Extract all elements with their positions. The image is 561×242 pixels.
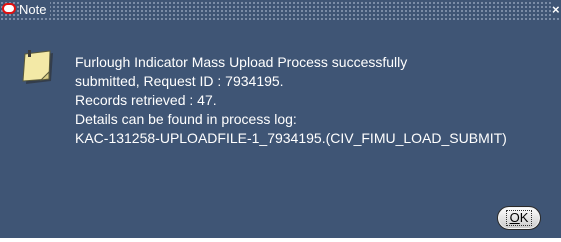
note-paper-icon — [22, 50, 53, 84]
ok-mnemonic: O — [509, 210, 520, 225]
message-text: Furlough Indicator Mass Upload Process s… — [75, 53, 559, 148]
ok-button[interactable]: OK — [497, 206, 541, 230]
message-line: Records retrieved : 47. — [75, 92, 217, 108]
message-line: Details can be found in process log: — [75, 111, 297, 127]
oracle-ring-icon — [2, 3, 16, 14]
ok-button-label: OK — [505, 210, 533, 226]
ok-label-rest: K — [519, 210, 529, 225]
close-icon[interactable]: × — [552, 1, 561, 18]
dialog-body: Furlough Indicator Mass Upload Process s… — [0, 20, 561, 238]
message-line: Furlough Indicator Mass Upload Process s… — [75, 54, 408, 70]
message-line: KAC-131258-UPLOADFILE-1_7934195.(CIV_FIM… — [75, 130, 507, 146]
dialog-titlebar[interactable]: Note × — [0, 0, 561, 20]
message-line: submitted, Request ID : 7934195. — [75, 73, 284, 89]
dialog-title: Note — [19, 2, 51, 18]
dialog-bottom-edge — [0, 238, 561, 242]
